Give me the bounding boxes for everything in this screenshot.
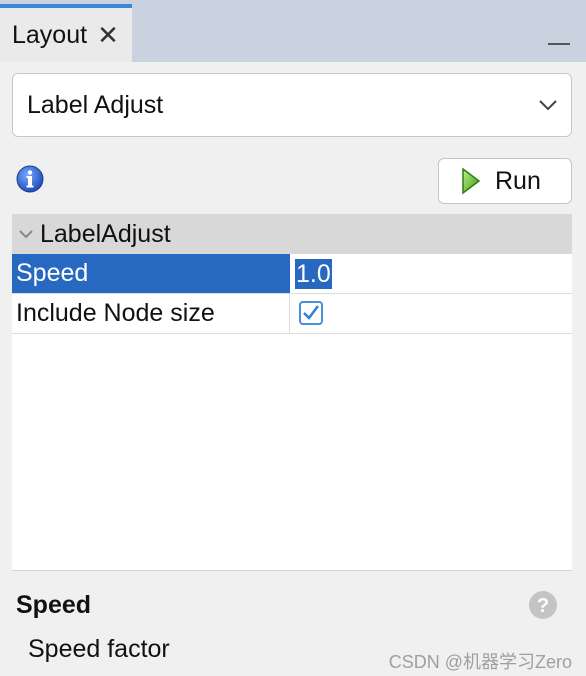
run-button-label: Run [495, 166, 541, 195]
tab-label: Layout [12, 20, 88, 49]
help-icon[interactable]: ? [528, 590, 558, 625]
description-text: Speed factor [28, 635, 170, 663]
watermark: CSDN @机器学习Zero [388, 652, 572, 672]
layout-algorithm-select[interactable]: Label Adjust [12, 73, 572, 137]
svg-text:?: ? [537, 595, 549, 617]
tab-layout[interactable]: Layout ✕ [0, 4, 132, 62]
include-node-size-checkbox[interactable] [299, 301, 323, 325]
property-row-speed[interactable]: Speed 1.0 [12, 254, 572, 294]
play-icon [461, 167, 481, 195]
chevron-down-icon[interactable] [17, 225, 35, 243]
layout-algorithm-value: Label Adjust [27, 91, 164, 119]
checkmark-icon [303, 305, 319, 320]
property-sheet: LabelAdjust Speed 1.0 Include Node size [12, 214, 572, 571]
description-title: Speed [16, 591, 92, 619]
close-icon[interactable]: ✕ [97, 22, 119, 48]
speed-value[interactable]: 1.0 [295, 259, 332, 289]
category-label: LabelAdjust [40, 219, 171, 248]
run-button[interactable]: Run [438, 158, 572, 204]
property-name: Speed [12, 254, 290, 293]
category-row-labeladjust[interactable]: LabelAdjust [12, 214, 572, 254]
include-node-size-value[interactable] [291, 294, 572, 333]
panel-tab-bar: Layout ✕ [0, 0, 586, 62]
chevron-down-icon [537, 94, 559, 121]
minimize-icon[interactable] [548, 23, 570, 45]
property-row-include-node-size[interactable]: Include Node size [12, 294, 572, 334]
info-icon[interactable] [15, 164, 45, 199]
speed-input[interactable]: 1.0 [291, 254, 572, 293]
property-name: Include Node size [12, 294, 290, 333]
